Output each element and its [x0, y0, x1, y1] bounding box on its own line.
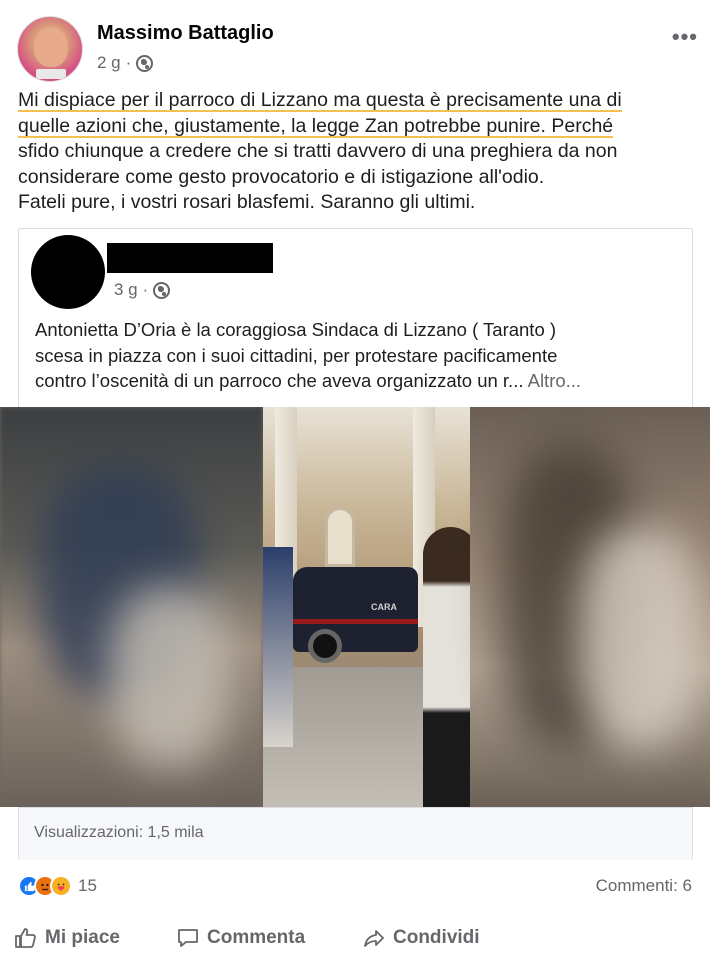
comment-label: Commenta — [207, 927, 306, 948]
doorway — [325, 507, 355, 567]
post-text-line: quelle azioni che, giustamente, la legge… — [18, 114, 614, 138]
video-player[interactable]: CARA — [0, 407, 710, 807]
reaction-count: 15 — [78, 876, 97, 895]
post-text-line: Fateli pure, i vostri rosari blasfemi. S… — [18, 191, 476, 213]
post-header: Massimo Battaglio 2 g · ••• — [0, 0, 710, 86]
video-frame: CARA — [263, 407, 470, 807]
video-blur-right — [470, 407, 710, 807]
share-button[interactable]: Condividi — [362, 927, 480, 949]
share-label: Condividi — [393, 927, 480, 948]
care-reaction-icon — [50, 875, 72, 897]
shared-post-meta: 3 g · — [114, 280, 171, 300]
video-views: Visualizzazioni: 1,5 mila — [19, 807, 692, 860]
post-time[interactable]: 2 g — [97, 53, 121, 73]
post-meta: 2 g · — [97, 53, 154, 73]
reactions-summary[interactable]: 15 — [18, 875, 97, 897]
thumbs-up-icon — [15, 928, 36, 948]
globe-icon — [136, 54, 154, 72]
see-more-link[interactable]: Altro... — [528, 370, 581, 391]
shared-post-card[interactable]: 3 g · Antonietta D’Oria è la coraggiosa … — [0, 228, 710, 860]
comments-count[interactable]: Commenti: 6 — [596, 876, 692, 896]
like-button[interactable]: Mi piace — [14, 927, 120, 949]
shared-post-text: Antonietta D’Oria è la coraggiosa Sindac… — [35, 317, 685, 394]
video-blur-left — [0, 407, 263, 807]
shared-author-name-redacted — [107, 243, 273, 273]
shared-text-line: contro l’oscenità di un parroco che avev… — [35, 370, 582, 391]
comment-icon — [178, 929, 198, 947]
post-text-line: considerare come gesto provocatorio e di… — [18, 165, 545, 188]
comment-button[interactable]: Commenta — [176, 927, 305, 949]
shared-author-avatar-redacted[interactable] — [31, 235, 105, 309]
shared-text-line: Antonietta D’Oria è la coraggiosa Sindac… — [35, 319, 557, 340]
shared-post-time[interactable]: 3 g — [114, 280, 138, 300]
globe-icon — [153, 281, 171, 299]
post-text-line: sfido chiunque a credere che si tratti d… — [18, 140, 618, 162]
person-figure — [423, 527, 470, 807]
like-label: Mi piace — [45, 927, 120, 948]
author-avatar[interactable] — [17, 16, 83, 82]
post-actions-bar: Mi piace Commenta Condividi — [0, 915, 710, 960]
author-name[interactable]: Massimo Battaglio — [97, 22, 274, 45]
post-text: Mi dispiace per il parroco di Lizzano ma… — [18, 88, 698, 216]
views-count: Visualizzazioni: 1,5 mila — [34, 824, 204, 841]
avatar-badge — [36, 69, 66, 79]
share-arrow-icon — [364, 930, 384, 947]
car-label: CARA — [371, 602, 397, 612]
more-horizontal-icon[interactable]: ••• — [672, 24, 698, 50]
avatar-face — [34, 27, 68, 67]
shared-text-line: scesa in piazza con i suoi cittadini, pe… — [35, 344, 558, 366]
post-text-line: Mi dispiace per il parroco di Lizzano ma… — [18, 89, 622, 112]
